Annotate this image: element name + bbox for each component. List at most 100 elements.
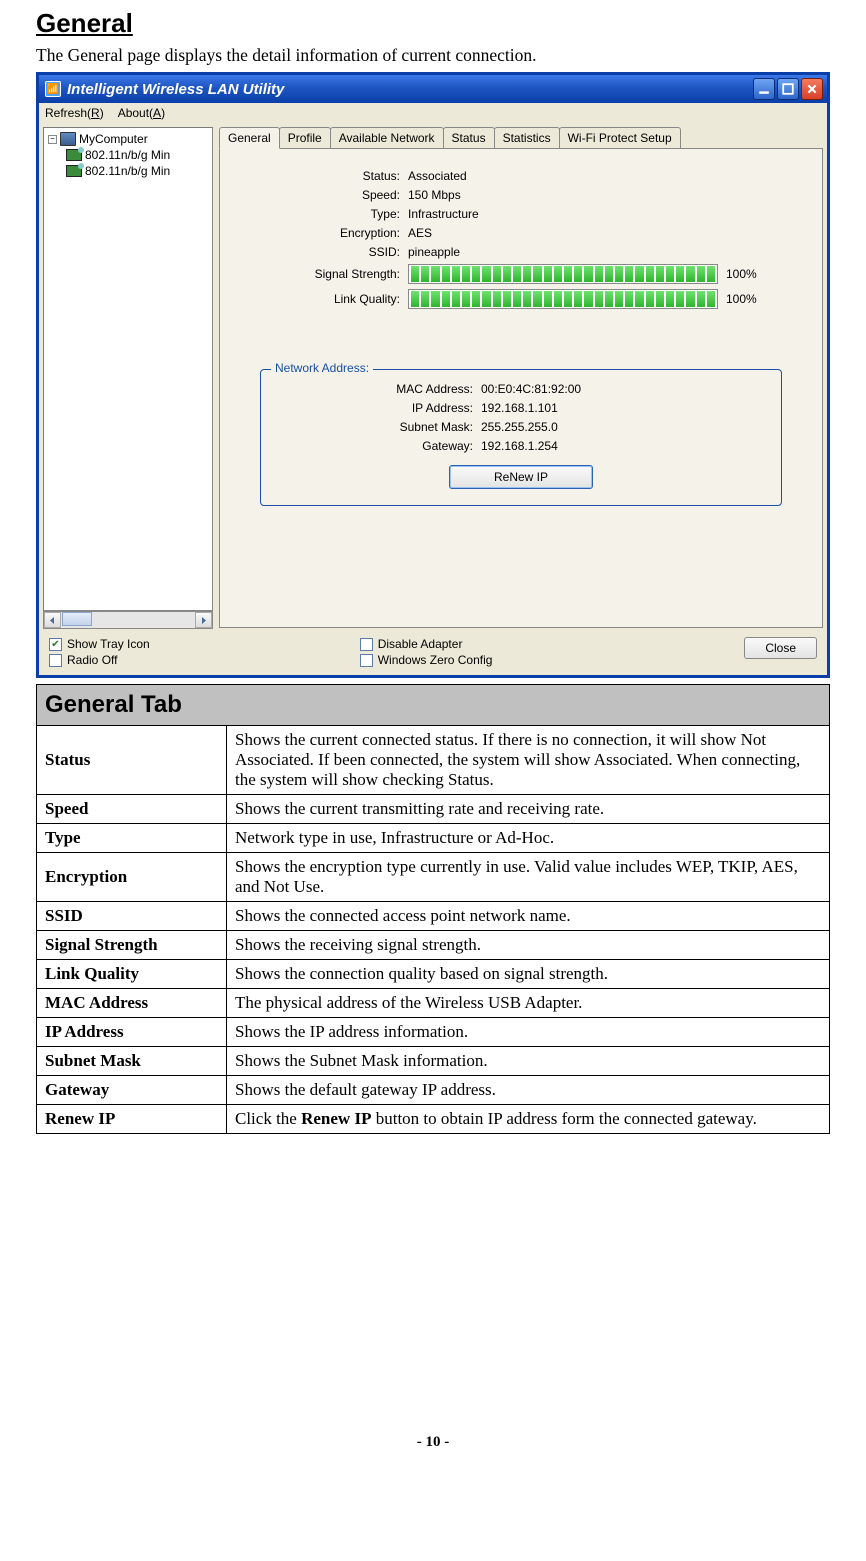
table-desc: Shows the encryption type currently in u… (227, 853, 830, 902)
scroll-left-button[interactable] (44, 612, 61, 628)
close-window-button[interactable] (801, 78, 823, 100)
table-key: Speed (37, 795, 227, 824)
table-desc: The physical address of the Wireless USB… (227, 989, 830, 1018)
tree-collapse-icon[interactable]: − (48, 135, 57, 144)
status-label: Status: (238, 169, 408, 183)
ip-label: IP Address: (281, 401, 481, 415)
table-row: Subnet MaskShows the Subnet Mask informa… (37, 1047, 830, 1076)
checkbox-icon: ✔ (49, 638, 62, 651)
tabstrip: General Profile Available Network Status… (219, 127, 823, 149)
horizontal-scrollbar[interactable] (43, 611, 213, 629)
table-key: Signal Strength (37, 931, 227, 960)
page-intro: The General page displays the detail inf… (36, 45, 830, 66)
table-header: General Tab (37, 685, 830, 726)
close-button[interactable]: Close (744, 637, 817, 659)
ip-value: 192.168.1.101 (481, 401, 761, 415)
checkbox-icon (49, 654, 62, 667)
tab-general[interactable]: General (219, 127, 280, 149)
link-quality-pct: 100% (726, 292, 757, 306)
renew-ip-button[interactable]: ReNew IP (449, 465, 593, 489)
table-desc: Shows the connection quality based on si… (227, 960, 830, 989)
checkbox-icon (360, 654, 373, 667)
device-tree[interactable]: − MyComputer 802.11n/b/g Min 802.11n/b/g… (43, 127, 213, 611)
tree-item[interactable]: 802.11n/b/g Min (66, 164, 208, 178)
titlebar[interactable]: 📶 Intelligent Wireless LAN Utility (39, 75, 827, 103)
tree-item[interactable]: 802.11n/b/g Min (66, 148, 208, 162)
ssid-label: SSID: (238, 245, 408, 259)
mac-label: MAC Address: (281, 382, 481, 396)
table-key: Status (37, 726, 227, 795)
table-row: Link QualityShows the connection quality… (37, 960, 830, 989)
radio-off-checkbox[interactable]: Radio Off (49, 653, 150, 667)
general-tab-table: General Tab StatusShows the current conn… (36, 684, 830, 1134)
menu-about[interactable]: About(A) (118, 106, 165, 120)
table-row: Signal StrengthShows the receiving signa… (37, 931, 830, 960)
table-desc: Shows the current connected status. If t… (227, 726, 830, 795)
table-key: SSID (37, 902, 227, 931)
link-quality-label: Link Quality: (238, 292, 408, 306)
computer-icon (60, 132, 76, 146)
scroll-right-button[interactable] (195, 612, 212, 628)
window-title: Intelligent Wireless LAN Utility (67, 81, 284, 98)
encryption-value: AES (408, 226, 804, 240)
tab-wifi-protect[interactable]: Wi-Fi Protect Setup (559, 127, 681, 149)
table-row: MAC AddressThe physical address of the W… (37, 989, 830, 1018)
table-key: Renew IP (37, 1105, 227, 1134)
table-row: StatusShows the current connected status… (37, 726, 830, 795)
subnet-label: Subnet Mask: (281, 420, 481, 434)
network-address-legend: Network Address: (271, 361, 373, 375)
adapter-icon (66, 149, 82, 161)
table-row: SpeedShows the current transmitting rate… (37, 795, 830, 824)
speed-value: 150 Mbps (408, 188, 804, 202)
table-key: IP Address (37, 1018, 227, 1047)
type-label: Type: (238, 207, 408, 221)
tab-available-network[interactable]: Available Network (330, 127, 444, 149)
table-row: TypeNetwork type in use, Infrastructure … (37, 824, 830, 853)
table-key: MAC Address (37, 989, 227, 1018)
gateway-label: Gateway: (281, 439, 481, 453)
table-row: GatewayShows the default gateway IP addr… (37, 1076, 830, 1105)
signal-strength-label: Signal Strength: (238, 267, 408, 281)
page-heading: General (36, 8, 830, 39)
tab-profile[interactable]: Profile (279, 127, 331, 149)
table-desc: Click the Renew IP button to obtain IP a… (227, 1105, 830, 1134)
table-desc: Shows the Subnet Mask information. (227, 1047, 830, 1076)
link-quality-bar (408, 289, 718, 309)
scroll-thumb[interactable] (62, 612, 92, 626)
adapter-icon (66, 165, 82, 177)
table-desc: Shows the IP address information. (227, 1018, 830, 1047)
checkbox-icon (360, 638, 373, 651)
windows-zero-checkbox[interactable]: Windows Zero Config (360, 653, 493, 667)
app-icon: 📶 (45, 81, 61, 97)
disable-adapter-checkbox[interactable]: Disable Adapter (360, 637, 493, 651)
table-row: IP AddressShows the IP address informati… (37, 1018, 830, 1047)
tab-status[interactable]: Status (443, 127, 495, 149)
speed-label: Speed: (238, 188, 408, 202)
maximize-button[interactable] (777, 78, 799, 100)
table-key: Subnet Mask (37, 1047, 227, 1076)
bottom-bar: ✔ Show Tray Icon Radio Off Disable Adapt… (39, 633, 827, 675)
menu-refresh[interactable]: Refresh(R) (45, 106, 104, 120)
table-desc: Shows the receiving signal strength. (227, 931, 830, 960)
show-tray-checkbox[interactable]: ✔ Show Tray Icon (49, 637, 150, 651)
encryption-label: Encryption: (238, 226, 408, 240)
table-desc: Shows the connected access point network… (227, 902, 830, 931)
mac-value: 00:E0:4C:81:92:00 (481, 382, 761, 396)
table-row: EncryptionShows the encryption type curr… (37, 853, 830, 902)
subnet-value: 255.255.255.0 (481, 420, 761, 434)
tab-statistics[interactable]: Statistics (494, 127, 560, 149)
table-desc: Shows the default gateway IP address. (227, 1076, 830, 1105)
minimize-button[interactable] (753, 78, 775, 100)
tree-root-label[interactable]: MyComputer (79, 132, 148, 146)
table-key: Encryption (37, 853, 227, 902)
type-value: Infrastructure (408, 207, 804, 221)
table-desc: Shows the current transmitting rate and … (227, 795, 830, 824)
table-key: Type (37, 824, 227, 853)
app-window: 📶 Intelligent Wireless LAN Utility Refre… (36, 72, 830, 678)
gateway-value: 192.168.1.254 (481, 439, 761, 453)
signal-strength-pct: 100% (726, 267, 757, 281)
table-key: Link Quality (37, 960, 227, 989)
table-row: Renew IPClick the Renew IP button to obt… (37, 1105, 830, 1134)
signal-strength-bar (408, 264, 718, 284)
ssid-value: pineapple (408, 245, 804, 259)
